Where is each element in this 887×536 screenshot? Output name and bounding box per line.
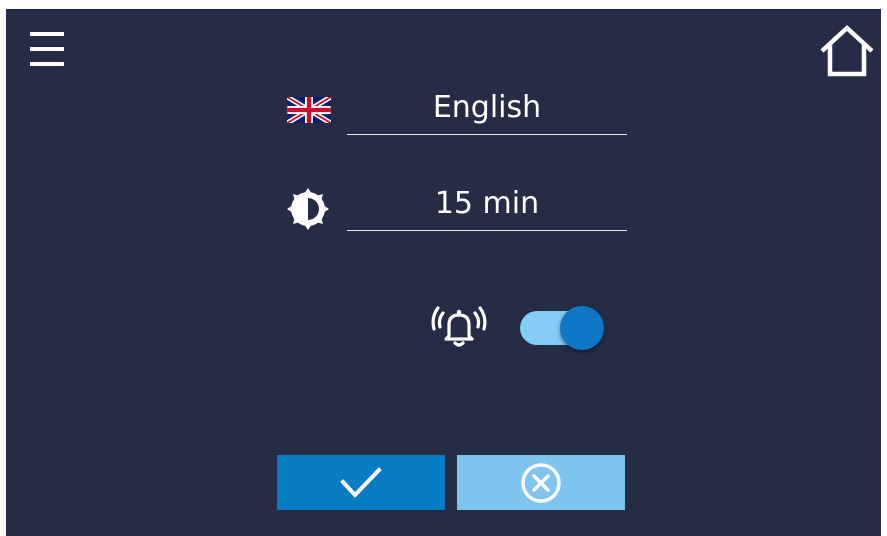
cancel-circle-x-icon (521, 462, 561, 503)
brightness-icon (284, 185, 332, 233)
home-button[interactable] (818, 23, 876, 79)
screen-timeout-select[interactable]: 15 min (347, 182, 627, 231)
language-select[interactable]: English (347, 86, 627, 135)
alarm-sound-toggle[interactable] (520, 306, 604, 350)
hamburger-menu-bar (30, 47, 64, 51)
menu-button[interactable] (28, 29, 68, 71)
toggle-knob (560, 306, 604, 350)
checkmark-icon (340, 466, 382, 498)
hamburger-menu-icon (30, 32, 64, 36)
uk-flag-icon (286, 97, 332, 123)
confirm-button[interactable] (277, 455, 445, 510)
settings-screen: English 15 min (6, 9, 881, 536)
hamburger-menu-bar (30, 62, 64, 66)
home-icon (820, 24, 874, 77)
ringing-bell-icon (430, 303, 488, 349)
cancel-button[interactable] (457, 455, 625, 510)
